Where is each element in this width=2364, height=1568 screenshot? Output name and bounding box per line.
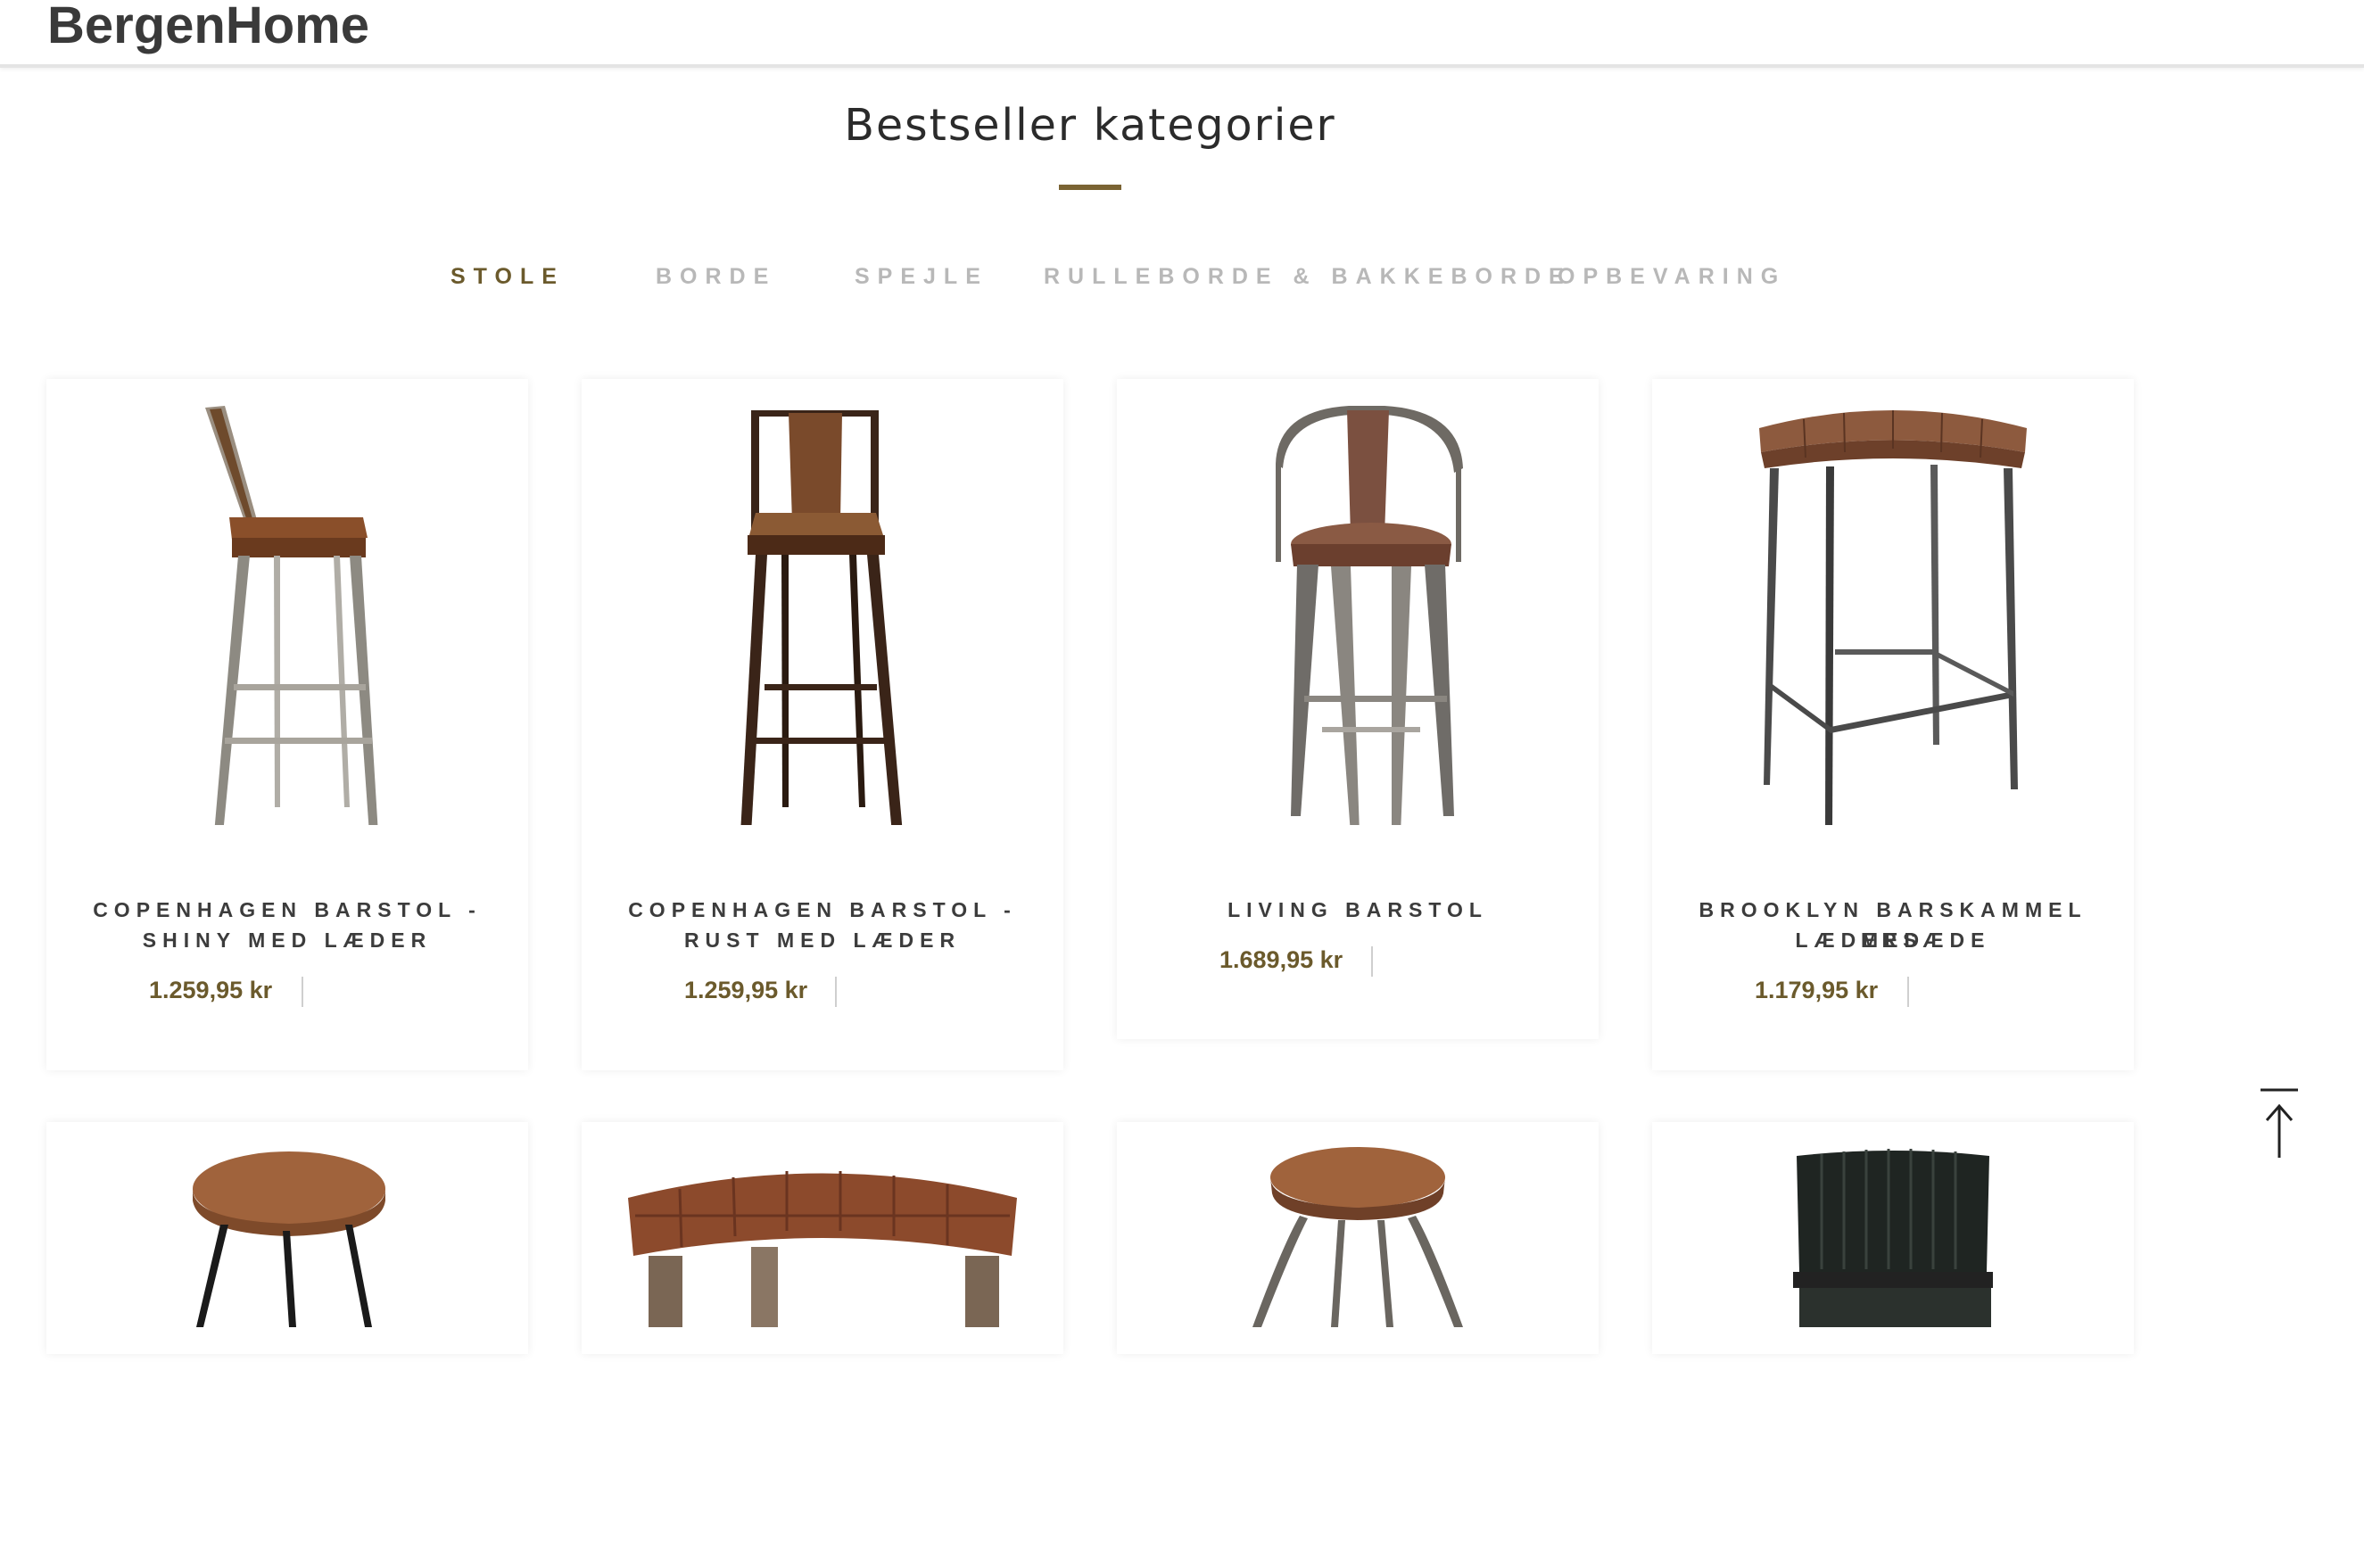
- tab-spejle[interactable]: SPEJLE: [855, 264, 988, 290]
- price-divider: [1907, 977, 1909, 1007]
- title-underline: [1059, 185, 1121, 190]
- price-divider: [1371, 946, 1373, 977]
- product-image[interactable]: [582, 379, 1063, 825]
- tab-rulleborde-bakkeborde[interactable]: RULLEBORDE & BAKKEBORDE: [1044, 264, 1572, 290]
- product-card[interactable]: BROOKLYN BARSKAMMEL MED LÆDERSÆDE 1.179,…: [1652, 379, 2134, 1070]
- site-logo[interactable]: BergenHome: [47, 0, 369, 57]
- product-price: 1.179,95 kr: [1755, 977, 1879, 1003]
- product-image[interactable]: [1117, 1122, 1599, 1568]
- product-price: 1.259,95 kr: [684, 977, 808, 1003]
- product-card[interactable]: [582, 1122, 1063, 1354]
- product-name-line1[interactable]: COPENHAGEN BARSTOL -: [608, 895, 1037, 925]
- product-card[interactable]: [46, 1122, 528, 1354]
- product-name-line1[interactable]: COPENHAGEN BARSTOL -: [73, 895, 501, 925]
- product-card[interactable]: COPENHAGEN BARSTOL - RUST MED LÆDER 1.25…: [582, 379, 1063, 1070]
- tab-borde[interactable]: BORDE: [656, 264, 776, 290]
- product-name-line1[interactable]: LIVING BARSTOL: [1144, 895, 1572, 925]
- section-title: Bestseller kategorier: [844, 100, 1336, 151]
- product-price: 1.259,95 kr: [149, 977, 273, 1003]
- product-card[interactable]: [1117, 1122, 1599, 1354]
- product-card[interactable]: LIVING BARSTOL 1.689,95 kr: [1117, 379, 1599, 1039]
- product-name-line2[interactable]: LÆDERSÆDE: [1679, 925, 2107, 955]
- tab-stole[interactable]: STOLE: [450, 264, 565, 290]
- product-price: 1.689,95 kr: [1219, 946, 1343, 973]
- product-image[interactable]: [1652, 379, 2134, 825]
- product-name-line2[interactable]: SHINY MED LÆDER: [73, 925, 501, 955]
- price-divider: [835, 977, 837, 1007]
- product-image[interactable]: [46, 379, 528, 825]
- site-header: BergenHome: [0, 0, 2364, 68]
- product-card[interactable]: [1652, 1122, 2134, 1354]
- back-to-top-button[interactable]: [2257, 1086, 2302, 1162]
- product-name-line2[interactable]: RUST MED LÆDER: [608, 925, 1037, 955]
- arrow-up-to-line-icon: [2261, 1088, 2298, 1158]
- product-image[interactable]: [582, 1122, 1063, 1568]
- product-image[interactable]: [46, 1122, 528, 1568]
- product-image[interactable]: [1117, 379, 1599, 825]
- price-divider: [302, 977, 303, 1007]
- category-tabs: STOLE BORDE SPEJLE RULLEBORDE & BAKKEBOR…: [0, 264, 2364, 300]
- product-card[interactable]: COPENHAGEN BARSTOL - SHINY MED LÆDER 1.2…: [46, 379, 528, 1070]
- tab-opbevaring[interactable]: OPBEVARING: [1558, 264, 1786, 290]
- product-image[interactable]: [1652, 1122, 2134, 1568]
